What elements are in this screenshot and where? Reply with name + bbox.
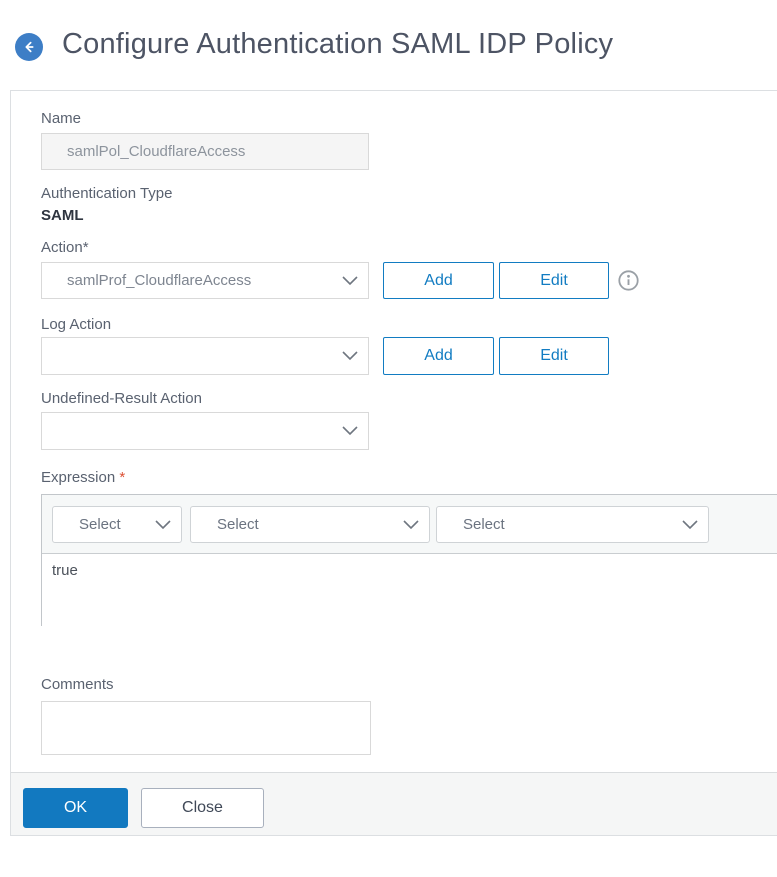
page-title: Configure Authentication SAML IDP Policy bbox=[62, 28, 614, 60]
undefined-result-action-select[interactable] bbox=[41, 412, 369, 450]
back-button[interactable] bbox=[15, 33, 43, 61]
action-select-value: samlProf_CloudflareAccess bbox=[67, 272, 252, 289]
config-form-panel: Name samlPol_CloudflareAccess Authentica… bbox=[10, 90, 777, 836]
log-action-select[interactable] bbox=[41, 337, 369, 375]
chevron-down-icon bbox=[155, 519, 171, 529]
chevron-down-icon bbox=[682, 519, 698, 529]
expression-label: Expression * bbox=[41, 469, 125, 486]
expression-label-text: Expression bbox=[41, 469, 116, 486]
ok-button[interactable]: OK bbox=[23, 788, 128, 828]
comments-input[interactable] bbox=[41, 701, 371, 755]
expression-toolbar: Select Select Select bbox=[42, 495, 777, 554]
name-input: samlPol_CloudflareAccess bbox=[41, 133, 369, 170]
expression-required-mark: * bbox=[119, 469, 126, 486]
arrow-left-icon bbox=[21, 39, 37, 55]
expression-select-3-value: Select bbox=[463, 516, 505, 533]
log-action-label: Log Action bbox=[41, 316, 112, 333]
expression-input[interactable]: true bbox=[42, 554, 777, 626]
expression-select-1[interactable]: Select bbox=[52, 506, 182, 543]
chevron-down-icon bbox=[403, 519, 419, 529]
chevron-down-icon bbox=[342, 275, 358, 285]
undefined-result-action-label: Undefined-Result Action bbox=[41, 390, 202, 407]
log-action-add-button[interactable]: Add bbox=[383, 337, 494, 375]
close-button[interactable]: Close bbox=[141, 788, 264, 828]
expression-select-2[interactable]: Select bbox=[190, 506, 430, 543]
expression-select-3[interactable]: Select bbox=[436, 506, 709, 543]
name-label: Name bbox=[41, 110, 82, 127]
action-add-button[interactable]: Add bbox=[383, 262, 494, 299]
auth-type-label: Authentication Type bbox=[41, 185, 173, 202]
action-edit-button[interactable]: Edit bbox=[499, 262, 609, 299]
chevron-down-icon bbox=[342, 426, 358, 436]
auth-type-value: SAML bbox=[41, 207, 84, 224]
comments-label: Comments bbox=[41, 676, 114, 693]
footer-bar: OK Close bbox=[11, 772, 777, 835]
expression-select-1-value: Select bbox=[79, 516, 121, 533]
action-select[interactable]: samlProf_CloudflareAccess bbox=[41, 262, 369, 299]
log-action-edit-button[interactable]: Edit bbox=[499, 337, 609, 375]
chevron-down-icon bbox=[342, 351, 358, 361]
info-icon[interactable] bbox=[618, 270, 639, 291]
action-label: Action* bbox=[41, 239, 89, 256]
expression-select-2-value: Select bbox=[217, 516, 259, 533]
expression-editor: Select Select Select true bbox=[41, 494, 777, 626]
